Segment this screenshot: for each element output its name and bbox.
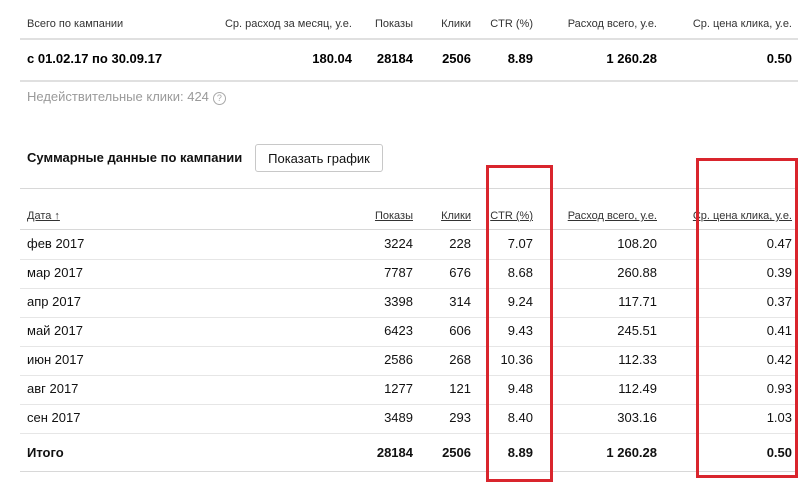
summary-header-ctr: CTR (%) — [490, 18, 533, 30]
cell-ctr: 10.36 — [500, 352, 533, 367]
cell-shows: 3224 — [384, 236, 413, 251]
avg-click-highlight-box — [696, 158, 798, 478]
total-cell-ctr: 8.89 — [507, 445, 533, 460]
summary-period: с 01.02.17 по 30.09.17 — [27, 51, 163, 66]
col-header-date[interactable]: Дата ↑ — [27, 210, 60, 222]
cell-avg-click: 0.42 — [766, 352, 792, 367]
cell-date: мар 2017 — [27, 265, 83, 280]
invalid-clicks-text: Недействительные клики: 424 — [27, 89, 209, 104]
col-header-clicks[interactable]: Клики — [441, 210, 471, 222]
row-divider — [20, 433, 798, 434]
total-cell-shows: 28184 — [376, 445, 413, 460]
cell-avg-click: 0.37 — [766, 294, 792, 309]
summary-avg-click: 0.50 — [766, 51, 792, 66]
col-header-ctr[interactable]: CTR (%) — [490, 210, 533, 222]
cell-ctr: 8.40 — [507, 410, 533, 425]
cell-clicks: 606 — [449, 323, 471, 338]
summary-header-clicks: Клики — [441, 18, 471, 30]
section-divider — [20, 188, 798, 189]
table-header-line — [20, 229, 798, 230]
cell-ctr: 9.24 — [507, 294, 533, 309]
cell-total: 245.51 — [617, 323, 657, 338]
cell-clicks: 676 — [449, 265, 471, 280]
cell-shows: 3489 — [384, 410, 413, 425]
row-divider — [20, 259, 798, 260]
total-cell-clicks: 2506 — [442, 445, 471, 460]
col-header-avg-click[interactable]: Ср. цена клика, у.е. — [693, 210, 792, 222]
cell-date: апр 2017 — [27, 294, 82, 309]
section-title: Суммарные данные по кампании — [27, 150, 243, 165]
cell-avg-click: 0.39 — [766, 265, 792, 280]
cell-shows: 2586 — [384, 352, 413, 367]
total-cell-date: Итого — [27, 445, 64, 460]
total-cell-total: 1 260.28 — [606, 445, 657, 460]
cell-clicks: 268 — [449, 352, 471, 367]
summary-header-avg-click: Ср. цена клика, у.е. — [692, 18, 792, 30]
summary-clicks: 2506 — [442, 51, 471, 66]
total-cell-avg-click: 0.50 — [766, 445, 792, 460]
cell-total: 303.16 — [617, 410, 657, 425]
cell-avg-click: 1.03 — [766, 410, 792, 425]
cell-shows: 7787 — [384, 265, 413, 280]
cell-clicks: 314 — [449, 294, 471, 309]
cell-avg-click: 0.93 — [766, 381, 792, 396]
cell-total: 108.20 — [617, 236, 657, 251]
cell-avg-click: 0.41 — [766, 323, 792, 338]
col-header-total[interactable]: Расход всего, у.е. — [568, 210, 657, 222]
cell-date: июн 2017 — [27, 352, 84, 367]
cell-total: 117.71 — [618, 294, 657, 309]
cell-shows: 1277 — [384, 381, 413, 396]
summary-header-campaign: Всего по кампании — [27, 18, 124, 30]
cell-total: 112.49 — [618, 381, 657, 396]
cell-date: авг 2017 — [27, 381, 79, 396]
summary-header-avg-month: Ср. расход за месяц, у.е. — [224, 18, 352, 30]
cell-avg-click: 0.47 — [766, 236, 792, 251]
summary-avg-month: 180.04 — [312, 51, 352, 66]
row-divider — [20, 317, 798, 318]
cell-ctr: 9.48 — [507, 381, 533, 396]
summary-total: 1 260.28 — [606, 51, 657, 66]
col-header-shows[interactable]: Показы — [375, 210, 413, 222]
row-divider — [20, 404, 798, 405]
cell-shows: 6423 — [384, 323, 413, 338]
cell-date: сен 2017 — [27, 410, 81, 425]
table-bottom-line — [20, 471, 798, 472]
cell-date: фев 2017 — [27, 236, 85, 251]
show-graph-button[interactable]: Показать график — [255, 144, 383, 172]
cell-clicks: 293 — [449, 410, 471, 425]
summary-header-total: Расход всего, у.е. — [567, 18, 657, 30]
cell-ctr: 9.43 — [507, 323, 533, 338]
invalid-clicks-note: Недействительные клики: 424? — [27, 89, 226, 105]
row-divider — [20, 288, 798, 289]
summary-header-shows: Показы — [374, 18, 413, 30]
row-divider — [20, 375, 798, 376]
row-divider — [20, 346, 798, 347]
cell-clicks: 228 — [449, 236, 471, 251]
help-icon[interactable]: ? — [212, 92, 226, 105]
cell-total: 112.33 — [618, 352, 657, 367]
cell-clicks: 121 — [449, 381, 471, 396]
cell-date: май 2017 — [27, 323, 83, 338]
cell-total: 260.88 — [617, 265, 657, 280]
cell-ctr: 7.07 — [507, 236, 533, 251]
summary-ctr: 8.89 — [507, 51, 533, 66]
cell-ctr: 8.68 — [507, 265, 533, 280]
summary-shows: 28184 — [376, 51, 413, 66]
cell-shows: 3398 — [384, 294, 413, 309]
